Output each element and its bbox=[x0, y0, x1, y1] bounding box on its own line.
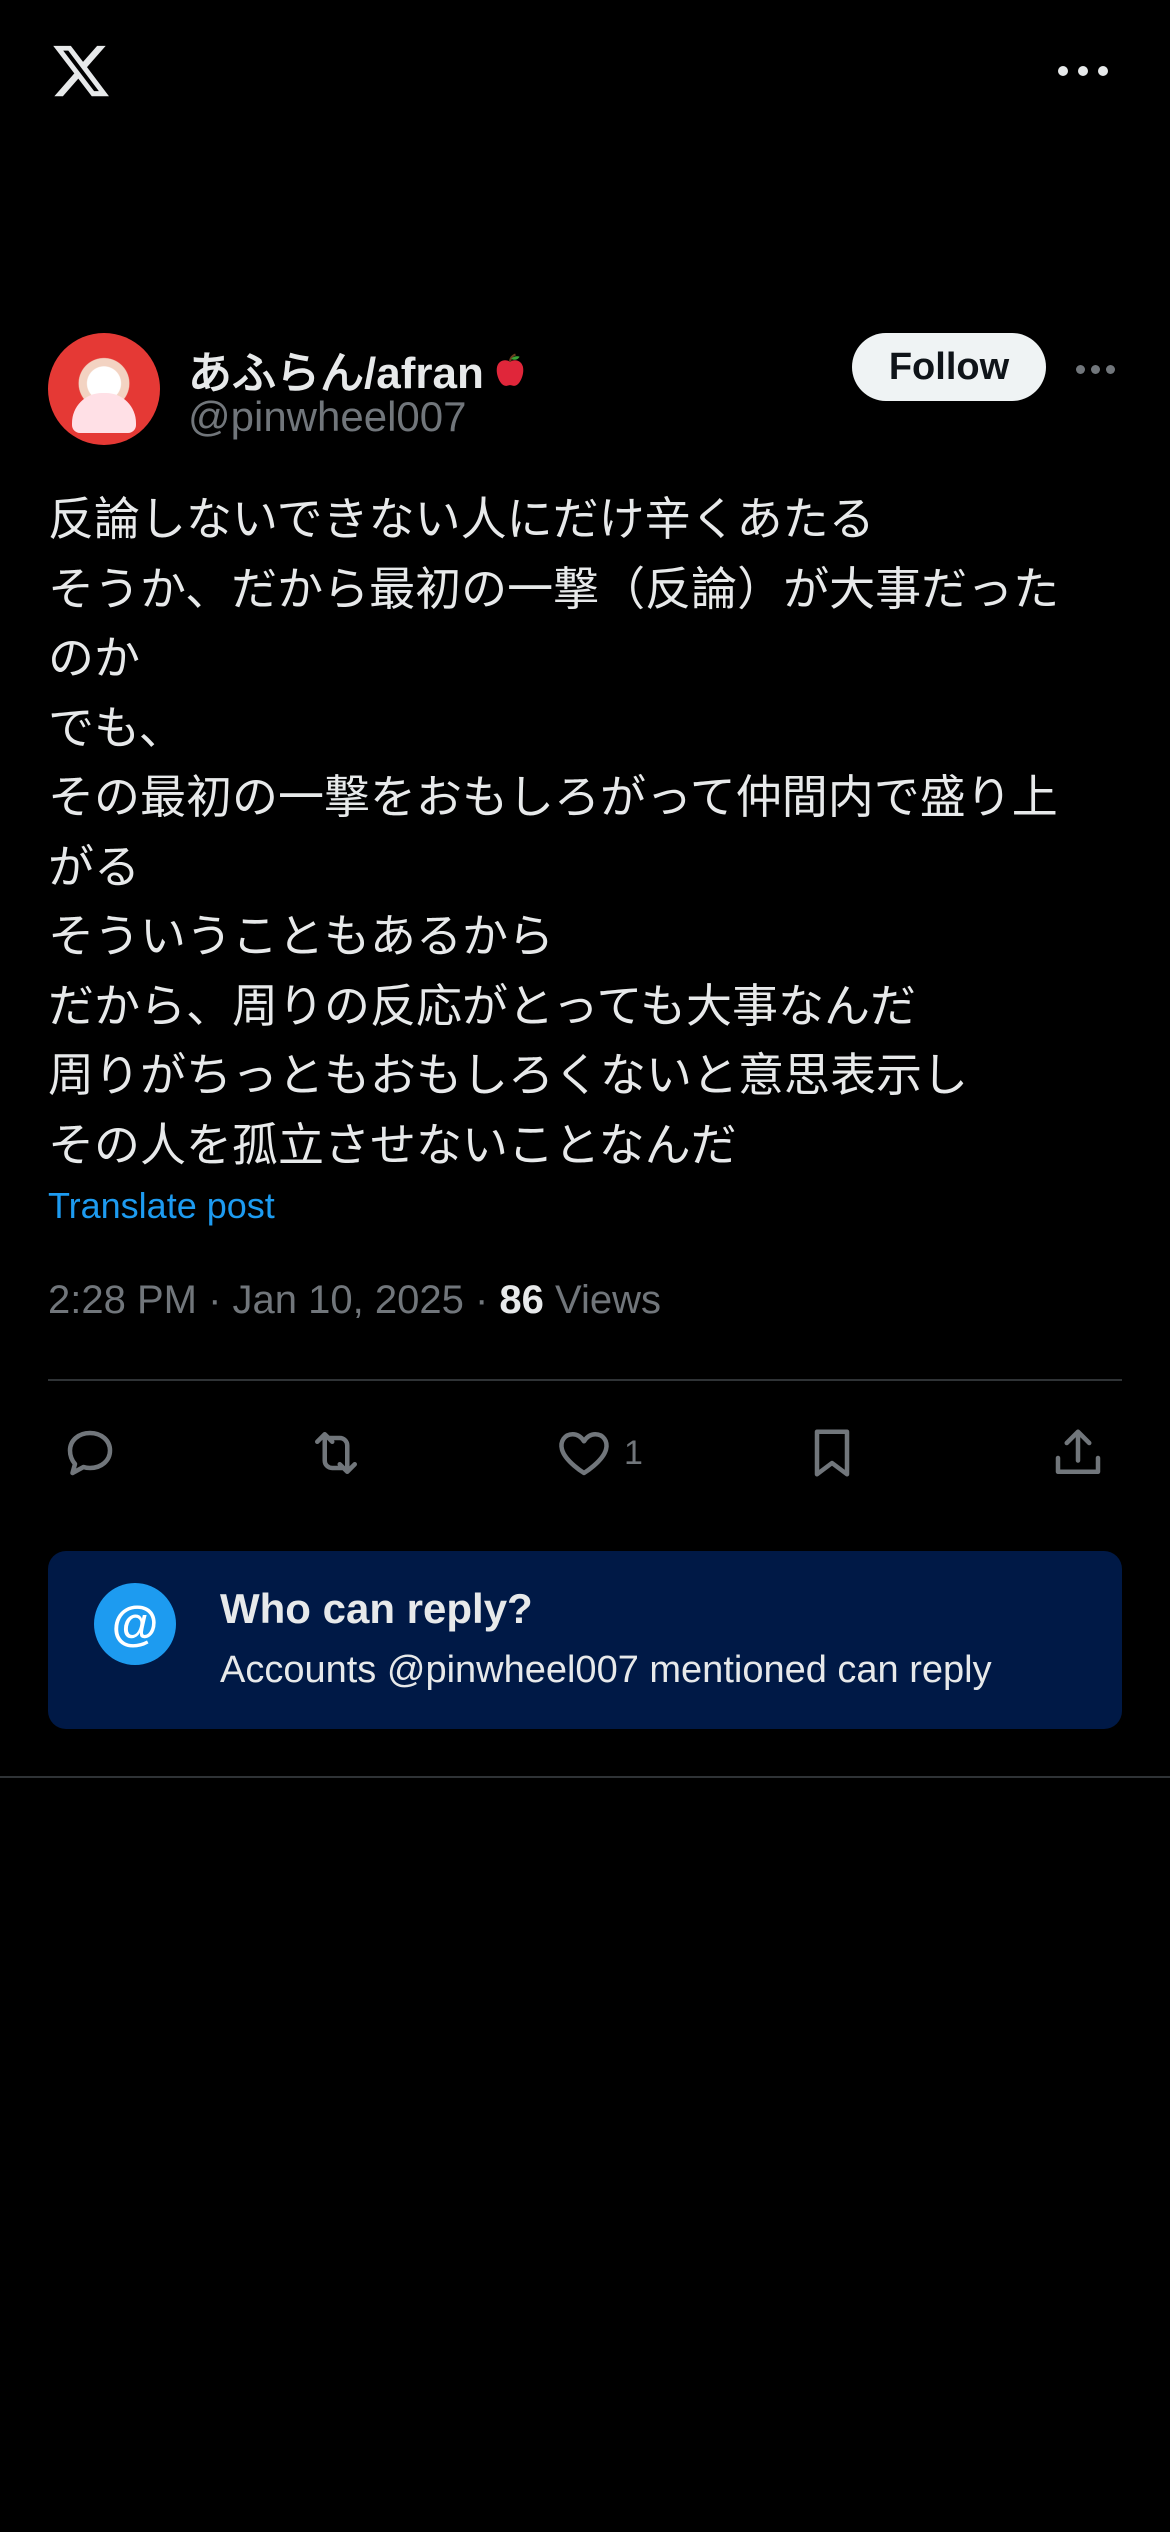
meta-separator: · bbox=[208, 1278, 233, 1322]
repost-button[interactable] bbox=[306, 1418, 366, 1488]
repost-icon bbox=[315, 1432, 357, 1474]
reply-button[interactable] bbox=[60, 1418, 120, 1488]
post-time[interactable]: 2:28 PM bbox=[48, 1278, 197, 1322]
share-button[interactable] bbox=[1048, 1418, 1108, 1488]
reply-icon bbox=[67, 1430, 113, 1476]
like-count: 1 bbox=[624, 1433, 643, 1472]
share-icon bbox=[1055, 1429, 1101, 1474]
views-label: Views bbox=[555, 1278, 662, 1322]
meta-separator: · bbox=[474, 1278, 500, 1322]
display-name[interactable]: あふらん/afran bbox=[188, 337, 532, 401]
red-apple-icon bbox=[496, 353, 524, 386]
avatar[interactable] bbox=[48, 333, 160, 445]
post-metadata: 2:28 PM · Jan 10, 2025 · 86 Views bbox=[48, 1278, 661, 1323]
post-date[interactable]: Jan 10, 2025 bbox=[233, 1278, 464, 1322]
at-icon: @ bbox=[94, 1583, 176, 1665]
divider bbox=[48, 1379, 1122, 1381]
heart-icon bbox=[559, 1432, 609, 1476]
who-can-reply-subtitle: Accounts @pinwheel007 mentioned can repl… bbox=[220, 1649, 992, 1691]
who-can-reply-card: @ Who can reply? Accounts @pinwheel007 m… bbox=[48, 1551, 1122, 1729]
x-logo-icon[interactable] bbox=[48, 40, 114, 102]
top-bar bbox=[0, 0, 1170, 150]
like-button[interactable]: 1 bbox=[554, 1418, 643, 1488]
user-handle[interactable]: @pinwheel007 bbox=[188, 393, 467, 441]
translate-post-link[interactable]: Translate post bbox=[48, 1185, 275, 1227]
follow-button[interactable]: Follow bbox=[852, 333, 1046, 401]
who-can-reply-title: Who can reply? bbox=[220, 1585, 533, 1632]
more-options-icon[interactable] bbox=[1058, 56, 1118, 86]
action-bar: 1 bbox=[48, 1408, 1122, 1498]
bookmark-button[interactable] bbox=[802, 1418, 862, 1488]
divider bbox=[0, 1776, 1170, 1778]
post-text: 反論しないできない人にだけ辛くあたる そうか、だから最初の一撃（反論）が大事だっ… bbox=[48, 493, 1060, 1171]
bookmark-icon bbox=[814, 1429, 850, 1477]
post-author: あふらん/afran @pinwheel007 Follow bbox=[48, 333, 1122, 453]
views-count: 86 bbox=[499, 1278, 544, 1322]
post-more-options-icon[interactable] bbox=[1076, 363, 1122, 375]
